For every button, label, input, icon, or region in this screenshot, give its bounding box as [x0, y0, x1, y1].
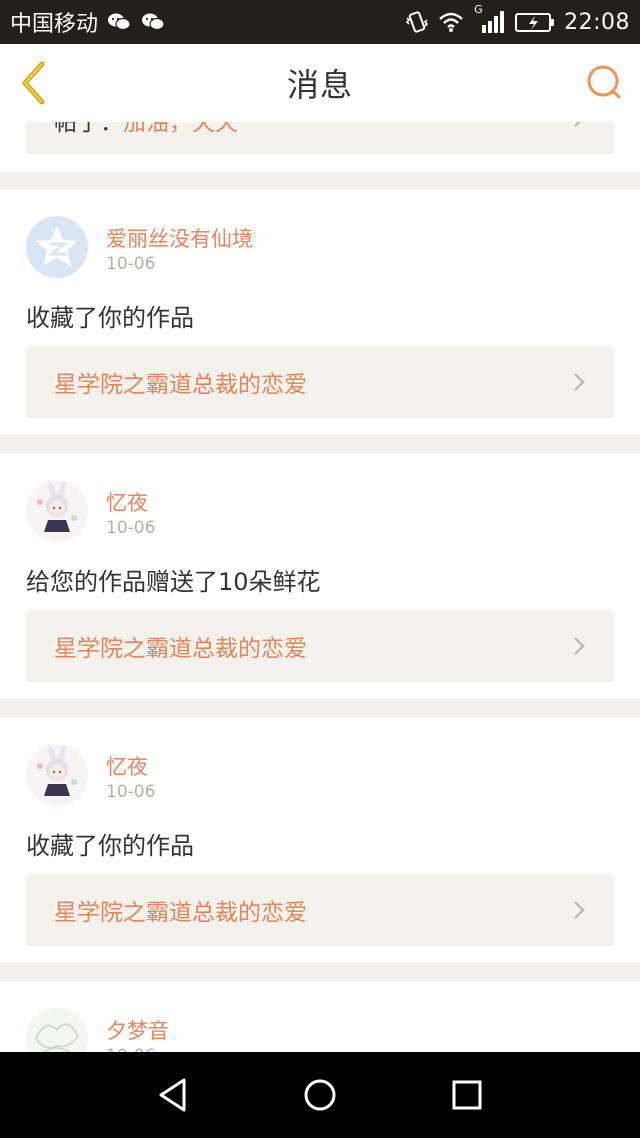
avatar[interactable] — [26, 480, 88, 542]
message-text: 收藏了你的作品 — [26, 832, 194, 860]
nav-recents-button[interactable] — [445, 1073, 489, 1117]
user-name[interactable]: 爱丽丝没有仙境 — [106, 223, 253, 253]
user-name[interactable]: 夕梦音 — [106, 1015, 169, 1045]
chevron-right-icon — [572, 899, 586, 921]
anime-avatar-icon — [26, 744, 88, 806]
wechat-icon — [140, 9, 166, 35]
work-title: 星学院之霸道总裁的恋爱 — [54, 636, 307, 662]
reply-prefix: 帖了： — [54, 122, 123, 136]
message-text: 给您的作品赠送了10朵鲜花 — [26, 568, 321, 596]
signal-icon: G — [472, 3, 506, 35]
carrier-label: 中国移动 — [10, 12, 99, 37]
page-title: 消息 — [286, 66, 353, 104]
message-card-partial: 帖了： 加油，天天 — [0, 122, 640, 172]
work-link[interactable]: 星学院之霸道总裁的恋爱 — [26, 346, 614, 418]
search-button[interactable] — [584, 62, 624, 102]
sketch-avatar-icon — [26, 1008, 88, 1052]
avatar[interactable] — [26, 216, 88, 278]
qzone-icon — [26, 216, 88, 278]
battery-charging-icon — [514, 9, 556, 35]
status-bar: 中国移动 G 22:08 — [0, 0, 640, 44]
work-link[interactable]: 星学院之霸道总裁的恋爱 — [26, 610, 614, 682]
work-title: 星学院之霸道总裁的恋爱 — [54, 372, 307, 398]
network-type-label: G — [474, 3, 483, 16]
triangle-back-icon — [159, 1078, 186, 1112]
message-card: 忆夜 10-06 给您的作品赠送了10朵鲜花 星学院之霸道总裁的恋爱 — [0, 454, 640, 698]
search-icon — [587, 65, 621, 99]
avatar[interactable] — [26, 744, 88, 806]
chevron-right-icon — [572, 371, 586, 393]
message-text: 收藏了你的作品 — [26, 304, 194, 332]
wechat-icon — [106, 9, 132, 35]
chevron-right-icon — [572, 635, 586, 657]
message-date: 10-06 — [106, 518, 156, 538]
square-recents-icon — [452, 1080, 482, 1110]
nav-back-button[interactable] — [151, 1073, 195, 1117]
wifi-icon — [438, 9, 464, 35]
nav-home-button[interactable] — [298, 1073, 342, 1117]
clock: 22:08 — [564, 9, 630, 35]
vibrate-icon — [404, 9, 430, 35]
reply-link[interactable]: 帖了： 加油，天天 — [26, 122, 614, 154]
app-header: 消息 — [0, 44, 640, 123]
avatar[interactable] — [26, 1008, 88, 1052]
message-card: 夕梦音 10-06 — [0, 982, 640, 1052]
reply-text: 加油，天天 — [123, 122, 238, 136]
message-card: 忆夜 10-06 收藏了你的作品 星学院之霸道总裁的恋爱 — [0, 718, 640, 962]
back-arrow-icon — [22, 61, 45, 105]
chevron-right-icon — [572, 122, 586, 129]
work-link[interactable]: 星学院之霸道总裁的恋爱 — [26, 874, 614, 946]
message-date: 10-06 — [106, 254, 156, 274]
user-name[interactable]: 忆夜 — [106, 487, 148, 517]
message-list[interactable]: 帖了： 加油，天天 爱丽丝没有仙境 10-06 收藏了你的作品 星学院之霸道总裁… — [0, 122, 640, 1052]
message-card: 爱丽丝没有仙境 10-06 收藏了你的作品 星学院之霸道总裁的恋爱 — [0, 190, 640, 434]
anime-avatar-icon — [26, 480, 88, 542]
circle-home-icon — [304, 1079, 336, 1111]
message-date: 10-06 — [106, 782, 156, 802]
work-title: 星学院之霸道总裁的恋爱 — [54, 900, 307, 926]
user-name[interactable]: 忆夜 — [106, 751, 148, 781]
system-nav-bar — [0, 1052, 640, 1138]
back-button[interactable] — [18, 60, 50, 106]
